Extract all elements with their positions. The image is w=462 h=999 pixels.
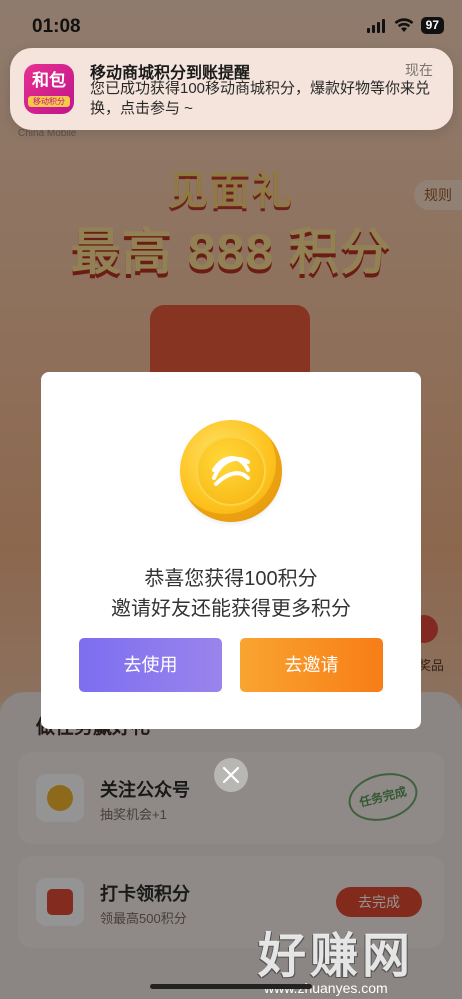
coin-icon bbox=[180, 420, 282, 522]
page-root: China Mobile 规则 见面礼 最高 888 积分 奖品 做任务赢好礼 … bbox=[0, 0, 462, 999]
notification-time: 现在 bbox=[405, 62, 433, 78]
battery-icon: 97 bbox=[420, 17, 444, 34]
reward-message: 恭喜您获得100积分 bbox=[144, 568, 318, 590]
invite-message: 邀请好友还能获得更多积分 bbox=[111, 598, 351, 620]
status-icons: 97 bbox=[366, 17, 444, 34]
wifi-icon bbox=[394, 18, 414, 32]
home-indicator[interactable] bbox=[150, 984, 312, 989]
reward-dialog: 恭喜您获得100积分 邀请好友还能获得更多积分 去使用 去邀请 bbox=[41, 372, 421, 729]
notification-body: 您已成功获得100移动商城积分，爆款好物等你来兑换，点击参与 ~ bbox=[90, 80, 431, 117]
app-icon-label: 和包 bbox=[32, 71, 66, 90]
watermark-main: 好赚网 bbox=[258, 930, 415, 983]
hebao-app-icon: 和包 移动积分 bbox=[24, 64, 74, 114]
status-time: 01:08 bbox=[32, 16, 81, 37]
notification-banner[interactable]: 和包 移动积分 移动商城积分到账提醒 现在 您已成功获得100移动商城积分，爆款… bbox=[10, 48, 453, 130]
use-button[interactable]: 去使用 bbox=[79, 638, 222, 692]
signal-icon bbox=[366, 18, 387, 33]
status-bar: 01:08 97 bbox=[0, 0, 462, 50]
invite-button[interactable]: 去邀请 bbox=[240, 638, 383, 692]
app-icon-sublabel: 移动积分 bbox=[28, 96, 70, 107]
close-icon[interactable] bbox=[214, 758, 248, 792]
